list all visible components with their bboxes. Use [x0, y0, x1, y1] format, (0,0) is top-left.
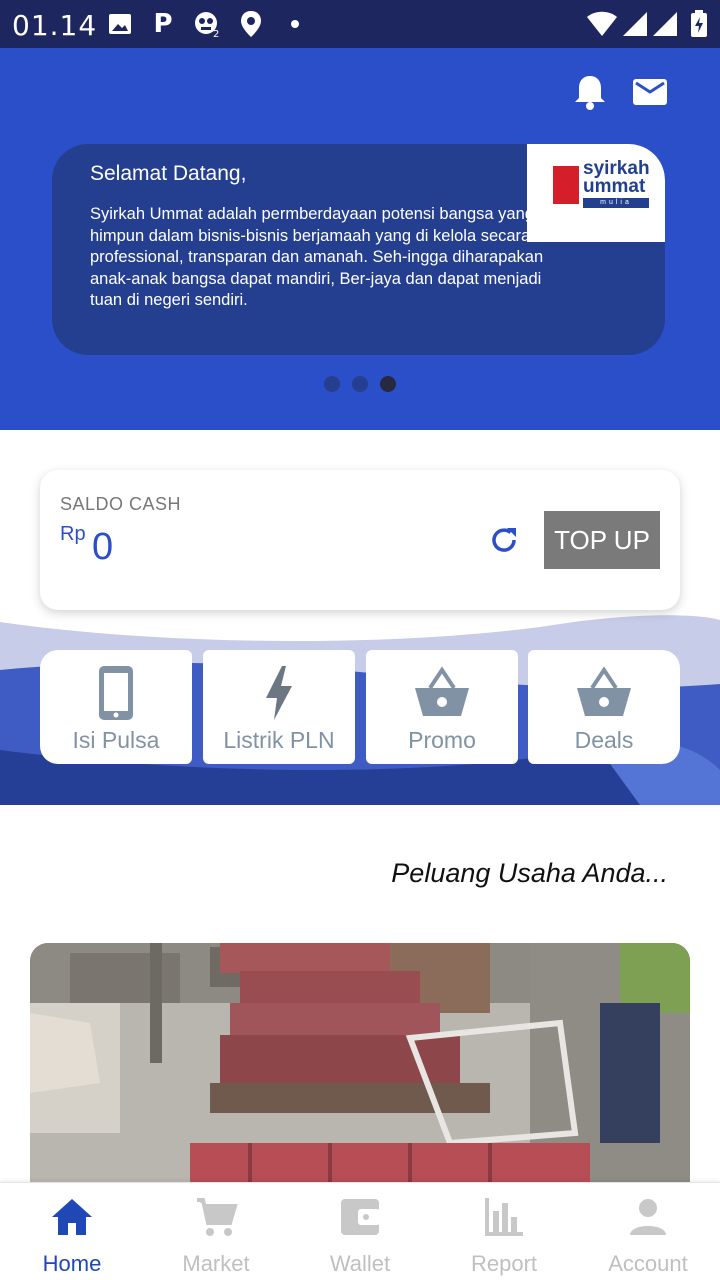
slide-title: Selamat Datang,	[90, 162, 247, 185]
basket-icon	[528, 664, 680, 722]
nav-label: Wallet	[329, 1251, 391, 1276]
menu-label: Promo	[408, 727, 476, 753]
wallet-icon	[338, 1195, 382, 1239]
carousel-indicator	[320, 376, 410, 392]
nav-label: Report	[470, 1251, 538, 1276]
logo-text-line2: ummat	[583, 176, 646, 197]
status-bar: 01.14 P 2	[0, 0, 720, 48]
section-title: Peluang Usaha Anda...	[391, 858, 668, 888]
header-banner: Selamat Datang, Syirkah Ummat adalah per…	[0, 48, 720, 430]
photo-icon	[108, 10, 132, 38]
menu-label: Listrik PLN	[223, 727, 335, 753]
top-up-button[interactable]: TOP UP	[544, 511, 660, 569]
bell-icon[interactable]	[570, 72, 610, 112]
saldo-amount: 0	[92, 526, 114, 568]
menu-label: Deals	[574, 727, 634, 753]
logo-text-line3: mulia	[583, 198, 649, 208]
parking-p-icon: P	[153, 9, 173, 39]
lightning-icon	[203, 664, 355, 722]
person-icon	[626, 1195, 670, 1239]
mail-icon[interactable]	[630, 72, 670, 112]
game-icon: 2	[192, 10, 222, 38]
nav-report[interactable]: Report	[432, 1183, 576, 1280]
signal-icon	[652, 10, 678, 38]
logo-badge-icon	[553, 166, 579, 204]
saldo-label: SALDO CASH	[60, 494, 182, 514]
syirkah-ummat-logo: syirkah ummat mulia	[527, 144, 665, 242]
nav-label: Market	[182, 1251, 250, 1276]
battery-charging-icon	[690, 10, 708, 38]
carousel-dot-active[interactable]	[380, 376, 396, 392]
menu-deals[interactable]: Deals	[528, 650, 680, 764]
bar-chart-icon	[482, 1195, 526, 1239]
carousel-dot[interactable]	[352, 376, 368, 392]
paving-blocks-photo	[30, 943, 690, 1193]
carousel-slide[interactable]: Selamat Datang, Syirkah Ummat adalah per…	[52, 144, 665, 355]
phone-icon	[40, 664, 192, 722]
signal-icon	[622, 10, 648, 38]
menu-isi-pulsa[interactable]: Isi Pulsa	[40, 650, 192, 764]
status-time: 01.14	[12, 9, 98, 42]
bottom-navigation: Home Market Wallet Report Account	[0, 1182, 720, 1280]
cart-icon	[194, 1195, 238, 1239]
business-opportunity-image[interactable]	[30, 943, 690, 1193]
nav-label: Account	[608, 1251, 688, 1276]
wifi-icon	[586, 10, 618, 38]
basket-icon	[366, 664, 518, 722]
slide-description: Syirkah Ummat adalah permberdayaan poten…	[90, 205, 552, 309]
saldo-card: SALDO CASH Rp 0 TOP UP	[40, 470, 680, 610]
menu-listrik-pln[interactable]: Listrik PLN	[203, 650, 355, 764]
nav-wallet[interactable]: Wallet	[288, 1183, 432, 1280]
location-pin-icon	[240, 10, 262, 38]
carousel-dot[interactable]	[324, 376, 340, 392]
menu-promo[interactable]: Promo	[366, 650, 518, 764]
nav-label: Home	[42, 1251, 102, 1276]
menu-label: Isi Pulsa	[72, 727, 160, 753]
nav-market[interactable]: Market	[144, 1183, 288, 1280]
notification-dot-icon	[290, 10, 300, 38]
saldo-currency: Rp	[60, 523, 86, 545]
home-icon	[50, 1195, 94, 1239]
nav-account[interactable]: Account	[576, 1183, 720, 1280]
refresh-icon[interactable]	[488, 524, 520, 556]
nav-home[interactable]: Home	[0, 1183, 144, 1280]
svg-text:2: 2	[213, 29, 219, 38]
